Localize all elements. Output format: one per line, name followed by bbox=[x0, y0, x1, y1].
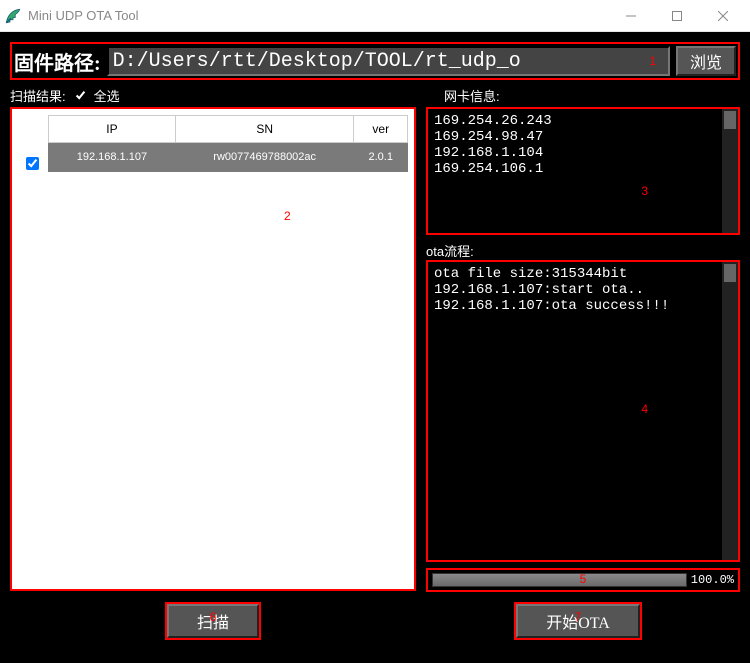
progress-bar bbox=[432, 573, 687, 587]
app-icon bbox=[4, 7, 22, 25]
nic-info-list[interactable]: 169.254.26.243 169.254.98.47 192.168.1.1… bbox=[428, 109, 722, 233]
table-row[interactable]: 192.168.1.107 rw0077469788002ac 2.0.1 bbox=[49, 143, 408, 172]
firmware-path-input[interactable] bbox=[107, 46, 670, 76]
annotation-4: 4 bbox=[641, 402, 648, 416]
ota-flow-label: ota流程: bbox=[426, 241, 740, 260]
scan-result-header: 扫描结果: 全选 bbox=[10, 86, 120, 105]
ota-flow-panel: ota file size:315344bit 192.168.1.107:st… bbox=[426, 260, 740, 562]
col-sn[interactable]: SN bbox=[175, 116, 354, 143]
col-ver[interactable]: ver bbox=[354, 116, 408, 143]
progress-row: 100.0% 5 bbox=[426, 568, 740, 592]
annotation-1: 1 bbox=[649, 54, 656, 68]
annotation-3: 3 bbox=[641, 184, 648, 198]
row-checkbox-wrap bbox=[22, 154, 42, 173]
window-close-button[interactable] bbox=[700, 0, 746, 32]
annotation-6: 6 bbox=[210, 610, 217, 624]
window-title: Mini UDP OTA Tool bbox=[28, 8, 608, 23]
nic-scrollbar[interactable] bbox=[722, 109, 738, 233]
cell-ver: 2.0.1 bbox=[354, 143, 408, 172]
window-titlebar: Mini UDP OTA Tool bbox=[0, 0, 750, 32]
scan-result-label: 扫描结果: bbox=[10, 86, 66, 105]
col-ip[interactable]: IP bbox=[49, 116, 176, 143]
annotation-2: 2 bbox=[284, 209, 291, 223]
window-maximize-button[interactable] bbox=[654, 0, 700, 32]
ota-flow-log[interactable]: ota file size:315344bit 192.168.1.107:st… bbox=[428, 262, 722, 560]
cell-ip: 192.168.1.107 bbox=[49, 143, 176, 172]
window-minimize-button[interactable] bbox=[608, 0, 654, 32]
firmware-path-label: 固件路径: bbox=[14, 47, 101, 76]
annotation-5: 5 bbox=[580, 572, 587, 586]
annotation-7: 7 bbox=[575, 610, 582, 624]
scan-result-table: IP SN ver 192.168.1.107 rw0077469788002a… bbox=[48, 115, 408, 172]
select-all-label: 全选 bbox=[94, 86, 120, 105]
progress-text: 100.0% bbox=[691, 573, 734, 587]
nic-info-panel: 169.254.26.243 169.254.98.47 192.168.1.1… bbox=[426, 107, 740, 235]
firmware-path-row: 固件路径: 浏览 bbox=[10, 42, 740, 80]
browse-button[interactable]: 浏览 bbox=[676, 46, 736, 76]
scan-result-panel: IP SN ver 192.168.1.107 rw0077469788002a… bbox=[10, 107, 416, 591]
nic-info-label: 网卡信息: bbox=[444, 89, 500, 104]
select-all-checkbox[interactable] bbox=[74, 89, 87, 102]
ota-scrollbar[interactable] bbox=[722, 262, 738, 560]
row-checkbox[interactable] bbox=[26, 157, 39, 170]
cell-sn: rw0077469788002ac bbox=[175, 143, 354, 172]
